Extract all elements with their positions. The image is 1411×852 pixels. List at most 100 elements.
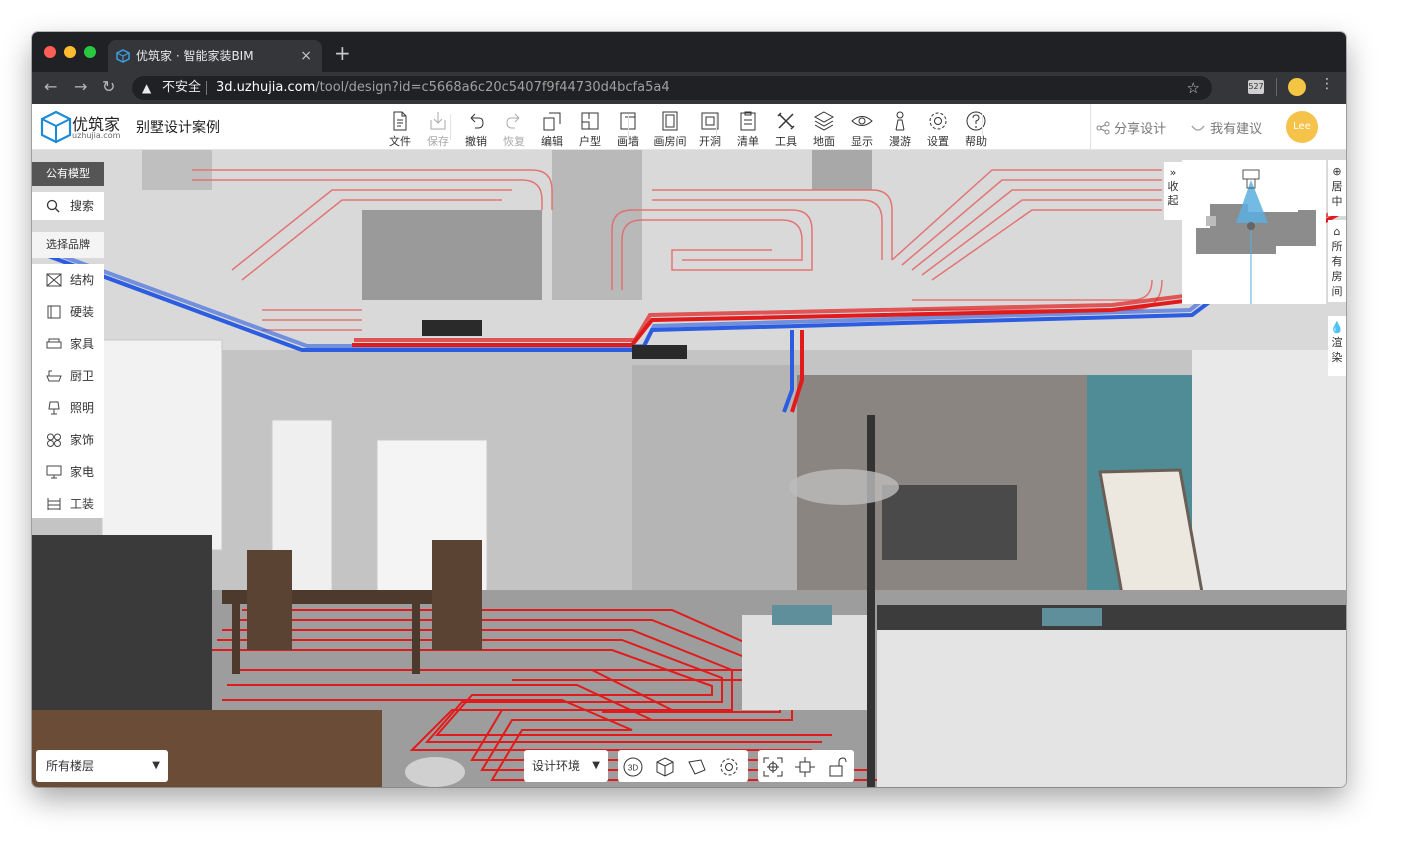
shelf-icon	[47, 498, 61, 510]
browser-window: 优筑家 · 智能家装BIM × + ← → ↻ ▲ 不安全 3d.uzhujia…	[32, 32, 1346, 787]
minimize-window-button[interactable]	[64, 46, 76, 58]
tab-title: 优筑家 · 智能家装BIM	[136, 49, 254, 63]
eye-icon	[851, 116, 873, 126]
toolbar-divider	[628, 114, 629, 140]
toolbar-help-button[interactable]: 帮助	[958, 108, 994, 148]
toolbar-label: 户型	[579, 135, 601, 148]
view-3d-icon[interactable]: 3D	[622, 756, 644, 778]
browser-tab[interactable]: 优筑家 · 智能家装BIM ×	[108, 40, 322, 72]
3d-viewport[interactable]: 公有模型 搜索 选择品牌 结构 硬装 家具 厨卫 照明 家饰 家电 工装 » 收…	[32, 150, 1346, 787]
toolbar-edit-button[interactable]: 编辑	[534, 108, 570, 148]
profile-avatar[interactable]	[1288, 78, 1306, 96]
structure-icon	[46, 273, 62, 287]
toolbar-label: 撤销	[465, 135, 487, 148]
minimap-floorplan	[1196, 169, 1316, 304]
extension-badge[interactable]: 527	[1248, 80, 1264, 94]
toolbar-tools-button[interactable]: 工具	[768, 108, 804, 148]
list-icon	[740, 111, 756, 131]
opening-icon	[701, 112, 719, 130]
cube-view-icon[interactable]	[654, 756, 676, 778]
3d-scene-render[interactable]	[32, 150, 1346, 787]
category-furniture[interactable]: 家具	[32, 328, 104, 360]
toolbar-divider	[716, 114, 717, 140]
category-kitchen-bath[interactable]: 厨卫	[32, 360, 104, 392]
double-chevron-icon: »	[1169, 166, 1177, 179]
category-decor[interactable]: 家饰	[32, 424, 104, 456]
toolbar-walk-button[interactable]: 漫游	[882, 108, 918, 148]
fit-view-icon[interactable]	[794, 756, 816, 778]
toolbar-floorplan-button[interactable]: 户型	[572, 108, 608, 148]
toolbar-file-button[interactable]: 文件	[382, 108, 418, 148]
category-lighting[interactable]: 照明	[32, 392, 104, 424]
toolbar-divider	[982, 114, 983, 140]
tab-close-icon[interactable]: ×	[300, 40, 312, 72]
warning-icon: ▲	[142, 81, 152, 95]
close-window-button[interactable]	[44, 46, 56, 58]
unlock-icon[interactable]	[826, 756, 848, 778]
toolbar-label: 编辑	[541, 135, 563, 148]
toolbar-gear-button[interactable]: 设置	[920, 108, 956, 148]
uzhujia-logo-icon[interactable]	[40, 110, 72, 144]
toolbar-divider	[450, 114, 451, 140]
search-button[interactable]: 搜索	[32, 192, 104, 220]
view-mode-group: 3D	[618, 750, 748, 782]
floorplan-icon	[581, 112, 599, 130]
camera-angle-icon[interactable]	[686, 756, 708, 778]
focus-icon[interactable]	[762, 756, 784, 778]
toolbar-room-button[interactable]: 画房间	[652, 108, 688, 148]
undo-icon	[470, 113, 484, 129]
bookmark-star-icon[interactable]: ☆	[1187, 76, 1200, 100]
toolbar-floor-layers-button[interactable]: 地面	[806, 108, 842, 148]
decor-icon	[47, 433, 61, 447]
category-commercial[interactable]: 工装	[32, 488, 104, 520]
category-appliances[interactable]: 家电	[32, 456, 104, 488]
bathtub-icon	[46, 370, 62, 382]
save-icon	[430, 112, 446, 130]
toolbar-label: 恢复	[503, 135, 525, 148]
search-icon	[46, 199, 60, 213]
edit-icon	[543, 112, 561, 131]
toolbar-undo-button[interactable]: 撤销	[458, 108, 494, 148]
gear-icon	[929, 112, 947, 130]
reload-icon[interactable]: ↻	[102, 77, 115, 96]
home-icon: ⌂	[1333, 225, 1341, 238]
toolbar-label: 漫游	[889, 135, 911, 148]
share-design-button[interactable]: 分享设计	[1096, 118, 1166, 137]
toolbar-list-button[interactable]: 清单	[730, 108, 766, 148]
room-icon	[662, 111, 678, 131]
public-models-header[interactable]: 公有模型	[32, 162, 104, 186]
minimap[interactable]	[1182, 160, 1326, 304]
all-rooms-button[interactable]: ⌂ 所有房间	[1328, 220, 1346, 302]
category-hard-decoration[interactable]: 硬装	[32, 296, 104, 328]
center-view-button[interactable]: ⊕ 居中	[1328, 160, 1346, 216]
address-bar[interactable]: ▲ 不安全 3d.uzhujia.com/tool/design?id=c566…	[132, 76, 1212, 100]
maximize-window-button[interactable]	[84, 46, 96, 58]
toolbar-label: 设置	[927, 135, 949, 148]
menu-kebab-icon[interactable]: ⋮	[1320, 76, 1334, 92]
dropdown-caret-icon: ▼	[152, 760, 160, 771]
category-structure[interactable]: 结构	[32, 264, 104, 296]
floor-select[interactable]: 所有楼层 ▼	[36, 750, 168, 782]
render-button[interactable]: 💧 渲染	[1328, 316, 1346, 376]
select-brand-button[interactable]: 选择品牌	[32, 232, 104, 258]
share-icon	[1096, 121, 1110, 135]
toolbar-opening-button[interactable]: 开洞	[692, 108, 728, 148]
collapse-minimap-button[interactable]: » 收起	[1164, 162, 1182, 220]
toolbar-eye-button[interactable]: 显示	[844, 108, 880, 148]
droplet-icon: 💧	[1330, 321, 1344, 334]
floor-layers-icon	[813, 111, 835, 131]
divider	[1276, 78, 1277, 96]
back-arrow-icon[interactable]: ←	[44, 77, 57, 96]
new-tab-button[interactable]: +	[334, 41, 351, 65]
toolbar-label: 开洞	[699, 135, 721, 148]
environment-select[interactable]: 设计环境 ▼	[524, 750, 608, 782]
help-icon	[966, 111, 986, 131]
suggestion-button[interactable]: 我有建议	[1190, 118, 1262, 137]
toolbar-redo-button[interactable]: 恢复	[496, 108, 532, 148]
toolbar-label: 地面	[813, 135, 835, 148]
user-avatar[interactable]: Lee	[1286, 111, 1318, 143]
forward-arrow-icon[interactable]: →	[74, 77, 87, 96]
toolbar-label: 工具	[775, 135, 797, 148]
view-settings-icon[interactable]	[718, 756, 740, 778]
toolbar-label: 清单	[737, 135, 759, 148]
